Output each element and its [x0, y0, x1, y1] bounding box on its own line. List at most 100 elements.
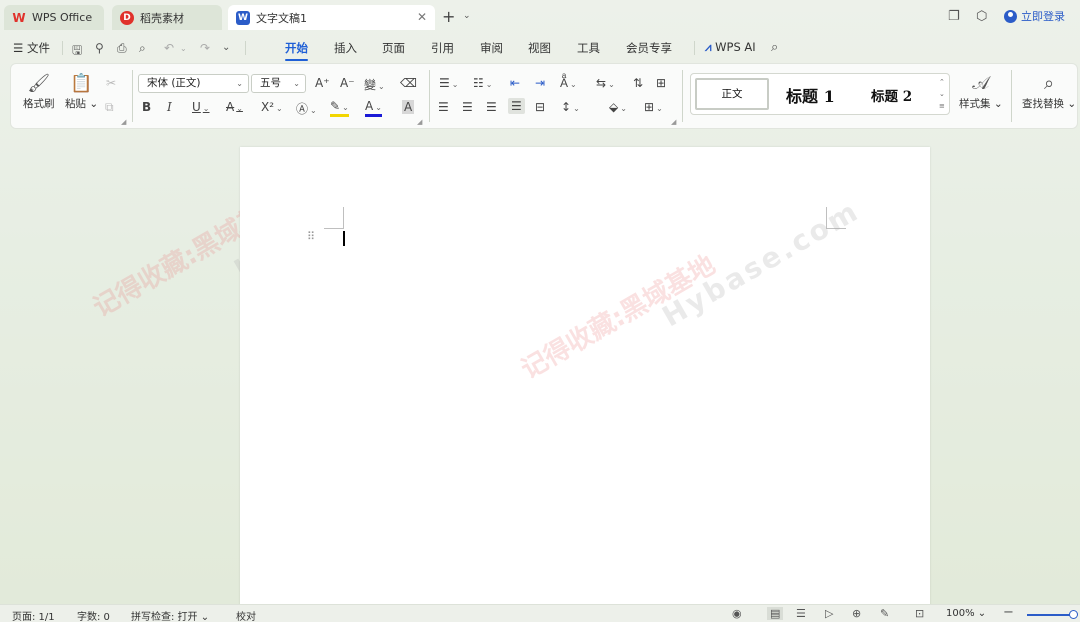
distribute-icon[interactable]: ⊟: [535, 100, 545, 114]
font-size-select[interactable]: 五号 ⌄: [251, 74, 306, 93]
print-icon[interactable]: ⎙: [117, 41, 127, 56]
tab-review[interactable]: 审阅: [480, 40, 503, 56]
justify-icon[interactable]: ☰: [508, 98, 525, 114]
italic-icon[interactable]: I: [167, 100, 172, 114]
wps-ai-button[interactable]: ⩘ WPS AI: [705, 40, 756, 55]
expand-icon[interactable]: ≡: [939, 100, 945, 112]
highlight-icon[interactable]: ✎: [330, 100, 349, 117]
chevron-down-icon[interactable]: ⌄: [939, 88, 945, 100]
chevron-up-icon[interactable]: ⌃: [939, 76, 945, 88]
char-shading-icon[interactable]: A: [402, 100, 415, 114]
cube-icon[interactable]: ⬡: [976, 9, 987, 24]
tab-stops-icon[interactable]: ⊞: [656, 76, 666, 90]
increase-indent-icon[interactable]: ⇥: [535, 76, 545, 90]
numbered-list-icon[interactable]: ☷: [473, 76, 492, 90]
tab-view[interactable]: 视图: [528, 40, 551, 56]
bullet-list-icon[interactable]: ☰: [439, 76, 458, 90]
clear-format-icon[interactable]: ⌫: [400, 76, 417, 90]
menu-file[interactable]: ☰ 文件: [13, 40, 50, 56]
dialog-launcher-icon[interactable]: ◢: [121, 118, 126, 126]
pen-icon[interactable]: ✎: [880, 607, 889, 620]
tab-bar: W WPS Office D 稻壳素材 W 文字文稿1 ✕ + ⌄ ❐ ⬡ 立即…: [0, 0, 1080, 34]
divider: [1011, 70, 1012, 122]
undo-dropdown-icon[interactable]: ⌄: [180, 44, 187, 53]
decrease-indent-icon[interactable]: ⇤: [510, 76, 520, 90]
strikethrough-icon[interactable]: A: [226, 100, 243, 114]
text-direction-icon[interactable]: Aͣ: [560, 76, 577, 90]
cut-icon[interactable]: ✂: [106, 76, 116, 90]
tab-tools[interactable]: 工具: [577, 40, 600, 56]
tab-references[interactable]: 引用: [431, 40, 454, 56]
font-name-select[interactable]: 宋体 (正文) ⌄: [138, 74, 249, 93]
spell-check-toggle[interactable]: 拼写检查: 打开 ⌄: [131, 608, 209, 622]
save-icon[interactable]: 🖫: [72, 41, 82, 62]
search-icon[interactable]: ⌕: [771, 40, 778, 55]
key-icon[interactable]: ⚲: [95, 41, 104, 55]
fit-page-icon[interactable]: ⊡: [915, 607, 924, 620]
style-set-icon: 𝒜: [972, 73, 990, 94]
copy-icon[interactable]: ⧉: [105, 100, 114, 115]
style-heading-2[interactable]: 标题 2: [871, 85, 912, 105]
borders-icon[interactable]: ⊞: [644, 100, 663, 114]
dialog-launcher-icon[interactable]: ◢: [671, 118, 676, 126]
page-count[interactable]: 页面: 1/1: [12, 608, 55, 622]
tab-home[interactable]: 开始: [285, 40, 308, 61]
close-icon[interactable]: ✕: [417, 10, 427, 24]
undo-icon[interactable]: ↶: [164, 41, 174, 55]
tab-member[interactable]: 会员专享: [626, 40, 672, 56]
shading-icon[interactable]: ⬙: [609, 100, 627, 114]
tab-page[interactable]: 页面: [382, 40, 405, 56]
tab-insert[interactable]: 插入: [334, 40, 357, 56]
document-page[interactable]: ⠿ 记得收藏:黑域基地 Hybase.com: [240, 147, 930, 607]
print-preview-icon[interactable]: ⌕: [139, 41, 146, 56]
style-heading-1[interactable]: 标题 1: [786, 83, 835, 107]
divider: [62, 41, 63, 55]
format-painter-button[interactable]: 🖌 格式刷: [23, 72, 55, 111]
style-normal[interactable]: 正文: [695, 78, 769, 110]
align-center-icon[interactable]: ☰: [462, 100, 473, 114]
zoom-slider-knob[interactable]: [1069, 610, 1078, 619]
dialog-launcher-icon[interactable]: ◢: [417, 118, 422, 126]
style-set-button[interactable]: 𝒜 样式集 ⌄: [959, 72, 1003, 111]
login-label: 立即登录: [1021, 10, 1065, 23]
login-button[interactable]: 立即登录: [1004, 8, 1065, 24]
paste-button[interactable]: 📋 粘贴 ⌄: [65, 72, 98, 111]
find-replace-button[interactable]: ⌕ 查找替换 ⌄: [1022, 72, 1076, 111]
text-effect-icon[interactable]: Ⓐ: [296, 100, 317, 117]
drag-handle-icon[interactable]: ⠿: [307, 230, 315, 243]
font-color-icon[interactable]: A: [365, 100, 382, 117]
tab-wps-office[interactable]: W WPS Office: [4, 5, 104, 30]
chevron-down-icon: ⌄: [236, 79, 243, 88]
bold-icon[interactable]: B: [142, 100, 151, 114]
chevron-down-icon[interactable]: ⌄: [463, 11, 471, 21]
sort-icon[interactable]: ⇅: [633, 76, 643, 90]
font-grow-icon[interactable]: A⁺: [315, 76, 330, 90]
style-set-label: 样式集 ⌄: [959, 98, 1003, 110]
zoom-out-icon[interactable]: −: [1003, 605, 1014, 620]
align-right-icon[interactable]: ☰: [486, 100, 497, 114]
chinese-layout-icon[interactable]: ⇆: [596, 76, 615, 90]
wps-logo-icon: W: [12, 10, 26, 25]
window-restore-icon[interactable]: ❐: [948, 9, 960, 24]
styles-scroll[interactable]: ⌃ ⌄ ≡: [939, 76, 945, 112]
redo-icon[interactable]: ↷: [200, 41, 210, 55]
chevron-down-icon[interactable]: ⌄: [222, 42, 230, 53]
play-icon[interactable]: ▷: [825, 607, 833, 620]
line-spacing-icon[interactable]: ↕: [561, 100, 580, 114]
proofread-button[interactable]: 校对: [236, 608, 256, 622]
word-count[interactable]: 字数: 0: [77, 608, 110, 622]
tab-document[interactable]: W 文字文稿1 ✕: [228, 5, 435, 30]
web-view-icon[interactable]: ⊕: [852, 607, 861, 620]
superscript-icon[interactable]: X²: [261, 100, 283, 114]
font-shrink-icon[interactable]: A⁻: [340, 76, 355, 90]
new-tab-icon[interactable]: +: [442, 7, 455, 26]
page-view-icon[interactable]: ▤: [767, 607, 784, 620]
zoom-slider-track[interactable]: [1027, 614, 1073, 616]
eye-icon[interactable]: ◉: [732, 607, 742, 620]
outline-view-icon[interactable]: ☰: [796, 607, 806, 620]
tab-docer[interactable]: D 稻壳素材: [112, 5, 222, 30]
underline-icon[interactable]: U: [192, 100, 210, 114]
align-left-icon[interactable]: ☰: [438, 100, 449, 114]
phonetic-guide-icon[interactable]: 變: [364, 76, 385, 93]
zoom-level[interactable]: 100% ⌄: [946, 608, 986, 619]
